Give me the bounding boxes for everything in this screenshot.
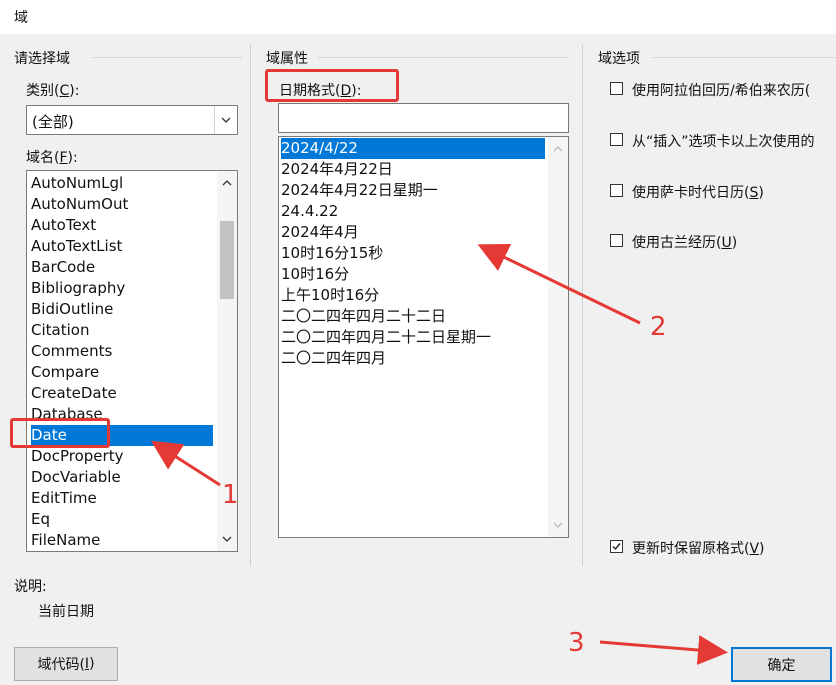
annotation-arrows [150,243,728,665]
annotation-arrow-1 [150,440,221,487]
annotation-number-3: 3 [568,628,585,658]
annotation-number-1: 1 [222,480,239,510]
annotation-arrow-3 [599,635,728,665]
annotation-number-2: 2 [650,312,667,342]
annotation-arrow-2 [477,243,641,325]
